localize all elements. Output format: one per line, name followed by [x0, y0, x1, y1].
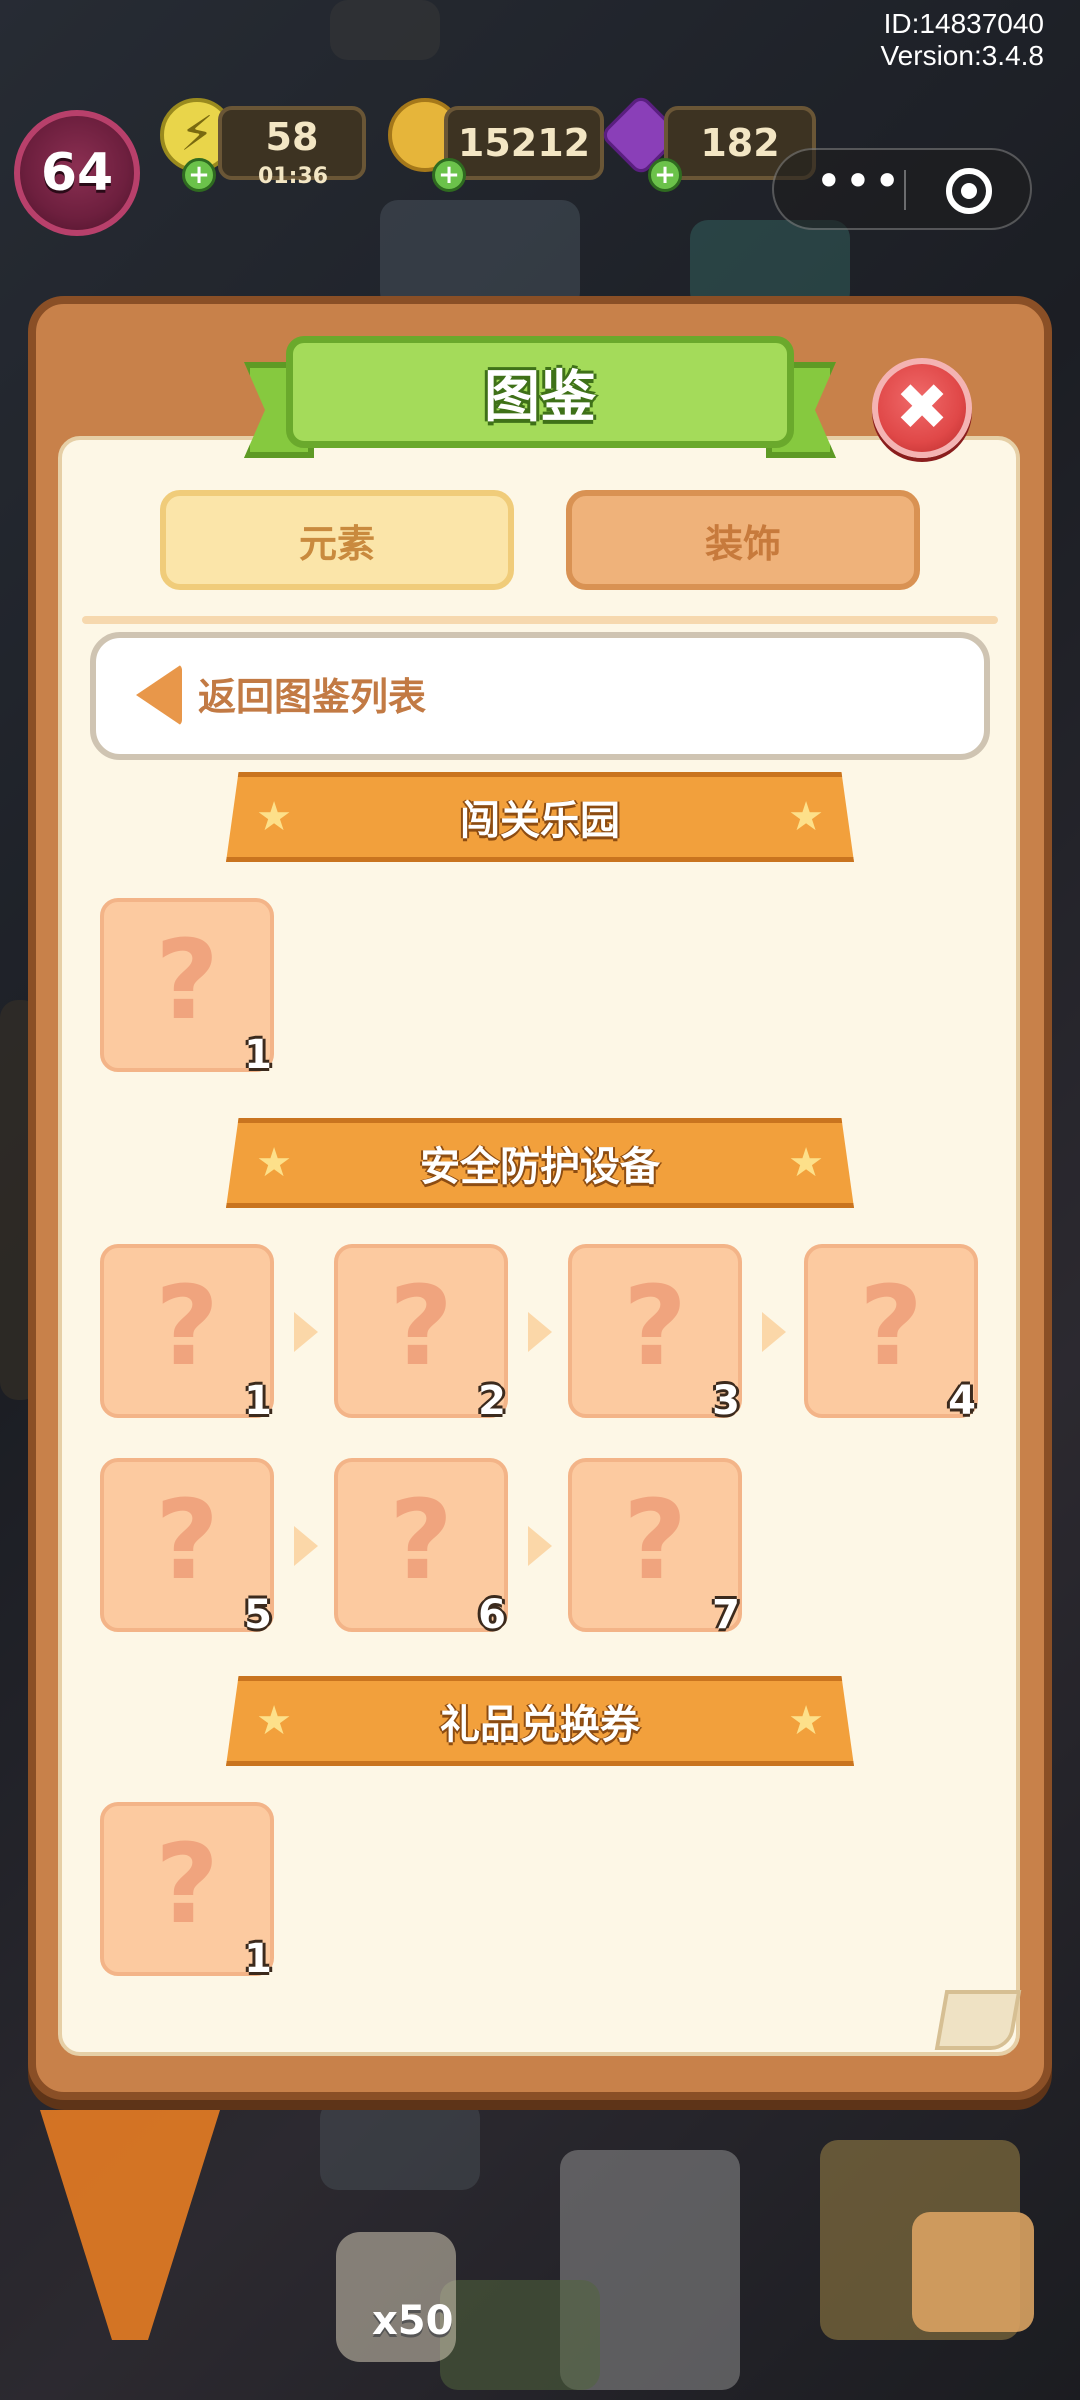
question-mark-icon: ? [389, 1262, 453, 1390]
item-tier: 6 [478, 1592, 506, 1638]
coin-counter: 15212 [444, 106, 604, 180]
item-tier: 1 [244, 1378, 272, 1424]
item-tier: 1 [244, 1032, 272, 1078]
section-header: ★ 闯关乐园 ★ [226, 772, 854, 862]
item-tier: 7 [712, 1592, 740, 1638]
section-title: 闯关乐园 [460, 798, 620, 844]
star-icon: ★ [788, 794, 824, 840]
item-tier: 3 [712, 1378, 740, 1424]
section-header: ★ 安全防护设备 ★ [226, 1118, 854, 1208]
divider [82, 616, 998, 624]
level-badge[interactable]: 64 [14, 110, 140, 236]
add-coins-button[interactable]: + [432, 158, 466, 192]
user-id: ID:14837040 [883, 8, 1044, 39]
close-miniprogram-icon[interactable] [946, 168, 992, 214]
dialog-title: 图鉴 [286, 336, 794, 448]
energy-timer: 01:36 [258, 164, 329, 189]
question-mark-icon: ? [155, 1476, 219, 1604]
page-curl-decoration [934, 1990, 1022, 2050]
item-tier: 1 [244, 1936, 272, 1982]
collection-item-locked[interactable]: ? 6 [334, 1458, 508, 1638]
collection-item-locked[interactable]: ? 5 [100, 1458, 274, 1638]
star-icon: ★ [256, 1140, 292, 1186]
question-mark-icon: ? [155, 916, 219, 1044]
question-mark-icon: ? [623, 1262, 687, 1390]
back-to-list-label: 返回图鉴列表 [198, 675, 427, 719]
star-icon: ★ [788, 1698, 824, 1744]
question-mark-icon: ? [623, 1476, 687, 1604]
add-energy-button[interactable]: + [182, 158, 216, 192]
star-icon: ★ [256, 794, 292, 840]
item-tier: 5 [244, 1592, 272, 1638]
question-mark-icon: ? [859, 1262, 923, 1390]
coin-value: 15212 [457, 121, 591, 165]
collection-item-locked[interactable]: ? 1 [100, 1802, 274, 1982]
item-tier: 2 [478, 1378, 506, 1424]
collection-item-locked[interactable]: ? 7 [568, 1458, 742, 1638]
section-header: ★ 礼品兑换券 ★ [226, 1676, 854, 1766]
gem-value: 182 [700, 121, 780, 165]
chat-button[interactable] [912, 2212, 1034, 2332]
more-menu-icon[interactable]: ••• [814, 158, 904, 210]
star-icon: ★ [788, 1140, 824, 1186]
section-title: 礼品兑换券 [440, 1702, 640, 1748]
question-mark-icon: ? [389, 1476, 453, 1604]
energy-value: 58 [265, 115, 319, 159]
tab-elements[interactable]: 元素 [160, 490, 514, 590]
tab-decorations[interactable]: 装饰 [566, 490, 920, 590]
star-icon: ★ [256, 1698, 292, 1744]
question-mark-icon: ? [155, 1820, 219, 1948]
collection-item-locked[interactable]: ? 3 [568, 1244, 742, 1424]
collection-item-locked[interactable]: ? 4 [804, 1244, 978, 1424]
clover-count: x50 [372, 2298, 454, 2344]
add-gems-button[interactable]: + [648, 158, 682, 192]
capsule-divider [904, 170, 906, 210]
collection-item-locked[interactable]: ? 2 [334, 1244, 508, 1424]
item-tier: 4 [948, 1378, 976, 1424]
collection-item-locked[interactable]: ? 1 [100, 898, 274, 1078]
section-title: 安全防护设备 [420, 1144, 660, 1190]
close-button[interactable]: ✖ [872, 358, 972, 458]
miniprogram-capsule: ••• [772, 148, 1032, 230]
collection-item-locked[interactable]: ? 1 [100, 1244, 274, 1424]
question-mark-icon: ? [155, 1262, 219, 1390]
